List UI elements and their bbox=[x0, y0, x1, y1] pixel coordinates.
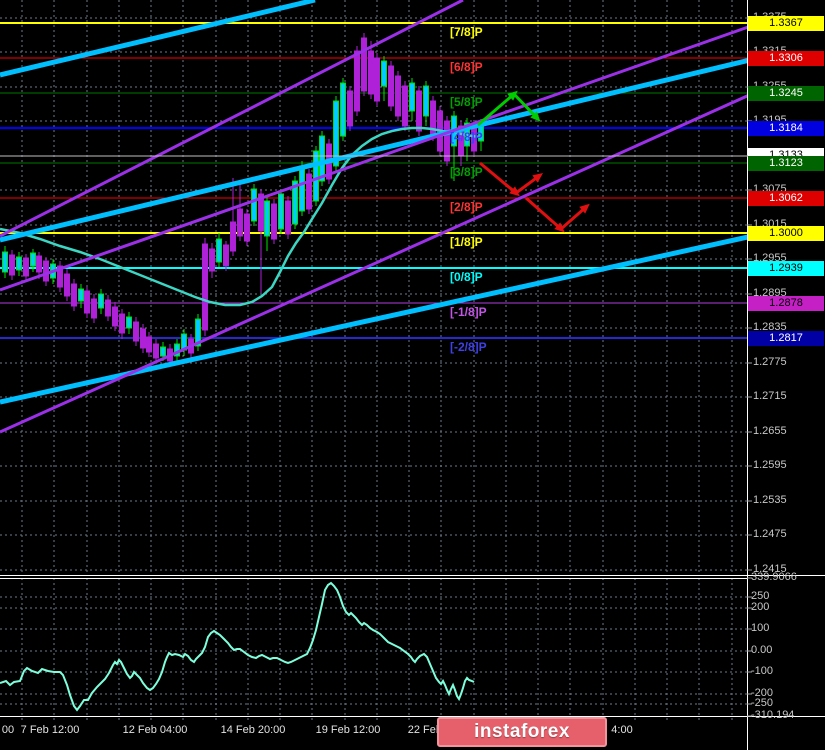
time-axis-label: 12 Feb 04:00 bbox=[122, 724, 188, 736]
time-axis-label: 4:00 bbox=[611, 724, 633, 736]
oscillator-axis-tick: -250 bbox=[751, 697, 774, 709]
time-axis-label: 14 Feb 20:00 bbox=[220, 724, 286, 736]
murrey-price-badge: 1.2878 bbox=[748, 295, 824, 311]
murrey-level-label: [3/8]P bbox=[450, 165, 483, 179]
price-axis-tick: 1.2475 bbox=[753, 528, 787, 540]
time-axis-label: 7 Feb 12:00 bbox=[20, 724, 80, 736]
murrey-level-label: [0/8]P bbox=[450, 270, 483, 284]
price-axis-tick: 1.2595 bbox=[753, 459, 787, 471]
murrey-price-badge: 1.3367 bbox=[748, 15, 824, 31]
chart-canvas[interactable] bbox=[0, 0, 825, 750]
murrey-price-badge: 1.2817 bbox=[748, 330, 824, 346]
oscillator-axis-tick: -310.194 bbox=[751, 709, 795, 721]
oscillator-axis-tick: -100 bbox=[751, 665, 774, 677]
oscillator-line bbox=[0, 581, 475, 712]
price-axis-tick: 1.2655 bbox=[753, 425, 787, 437]
grid bbox=[0, 0, 747, 722]
murrey-price-badge: 1.3245 bbox=[748, 85, 824, 101]
instaforex-watermark: instaforex bbox=[437, 717, 607, 747]
price-axis-tick: 1.2775 bbox=[753, 356, 787, 368]
oscillator-axis-tick: 100 bbox=[751, 622, 770, 634]
trendlines[interactable] bbox=[0, 0, 825, 434]
price-axis-tick: 1.2715 bbox=[753, 390, 787, 402]
murrey-price-badge: 1.3123 bbox=[748, 155, 824, 171]
forex-chart-window: 1.33751.33151.32551.31951.31351.30751.30… bbox=[0, 0, 825, 750]
murrey-price-badge: 1.3000 bbox=[748, 225, 824, 241]
time-axis-label: 19 Feb 12:00 bbox=[315, 724, 381, 736]
instaforex-watermark-text: instaforex bbox=[474, 721, 570, 742]
price-axis-tick: 1.2535 bbox=[753, 494, 787, 506]
murrey-price-badge: 1.3062 bbox=[748, 190, 824, 206]
murrey-price-badge: 1.2939 bbox=[748, 260, 824, 276]
murrey-level-label: [7/8]P bbox=[450, 25, 483, 39]
murrey-level-label: [1/8]P bbox=[450, 235, 483, 249]
murrey-level-label: [2/8]P bbox=[450, 200, 483, 214]
murrey-price-badge: 1.3306 bbox=[748, 50, 824, 66]
murrey-level-label: [-2/8]P bbox=[450, 340, 487, 354]
murrey-level-label: [-1/8]P bbox=[450, 305, 487, 319]
time-axis-label: 00 bbox=[1, 724, 15, 736]
oscillator-axis-tick: 339.9066 bbox=[751, 571, 797, 583]
murrey-level-label: [6/8]P bbox=[450, 60, 483, 74]
murrey-level-label: [4/8]P bbox=[450, 130, 483, 144]
oscillator-axis-tick: 0.00 bbox=[751, 644, 773, 656]
murrey-price-badge: 1.3184 bbox=[748, 120, 824, 136]
oscillator-axis-tick: 200 bbox=[751, 601, 770, 613]
murrey-level-label: [5/8]P bbox=[450, 95, 483, 109]
